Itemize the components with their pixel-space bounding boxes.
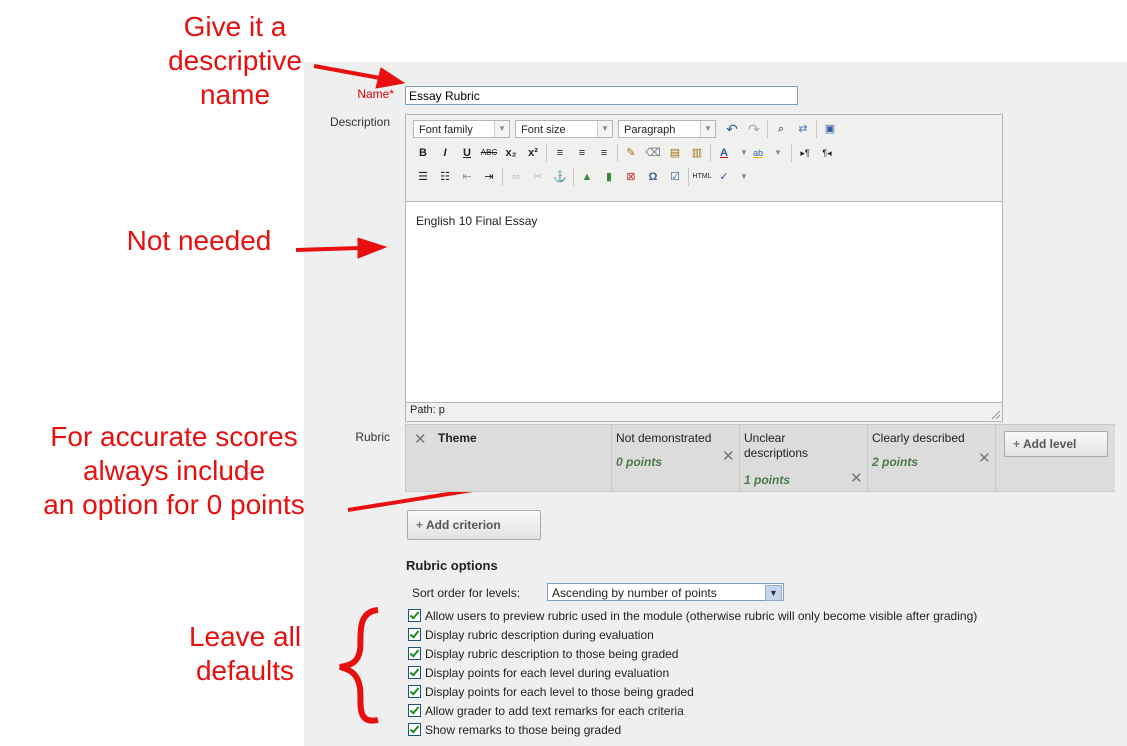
option-display-points-graded[interactable]: Display points for each level to those b…	[408, 685, 694, 699]
superscript-icon[interactable]: x²	[523, 144, 543, 162]
description-label: Description	[329, 115, 390, 129]
find-icon[interactable]: ⌕	[771, 120, 791, 138]
description-editor[interactable]: Font family ▼ Font size ▼ Paragraph ▼ ↶ ↷ ⌕…	[405, 114, 1003, 422]
level-points: 2 points	[872, 455, 919, 469]
strikethrough-icon[interactable]: ABC	[479, 144, 499, 162]
rubric-level[interactable]: Clearly described 2 points ✕	[867, 425, 996, 491]
link-icon[interactable]: ∞	[506, 168, 526, 186]
font-size-select[interactable]: Font size ▼	[515, 120, 613, 138]
checkbox-checked[interactable]	[408, 609, 421, 622]
rubric-editor: ✕ Theme Not demonstrated 0 points ✕ Uncl…	[405, 424, 1115, 492]
chevron-down-icon[interactable]: ▼	[765, 585, 782, 601]
clean-formatting-icon[interactable]: ✎	[621, 144, 641, 162]
add-criterion-button[interactable]: + Add criterion	[407, 510, 541, 540]
undo-icon[interactable]: ↶	[722, 120, 742, 138]
editor-toolbar-row-3: ☰ ☷ ⇤ ⇥ ∞ ✂ ⚓ ▲ ▮ ⊠ Ω ☑ HTML ✓ ▼	[413, 166, 998, 188]
arrow-description-head	[357, 237, 388, 259]
editor-content-text: English 10 Final Essay	[416, 214, 538, 228]
highlight-dropdown-icon[interactable]: ▼	[768, 144, 788, 162]
numbered-list-icon[interactable]: ☷	[435, 168, 455, 186]
bullet-list-icon[interactable]: ☰	[413, 168, 433, 186]
option-show-remarks[interactable]: Show remarks to those being graded	[408, 723, 621, 737]
align-left-icon[interactable]: ≡	[550, 144, 570, 162]
name-input[interactable]	[405, 86, 798, 105]
add-level-button[interactable]: + Add level	[1004, 431, 1108, 457]
level-points: 0 points	[616, 455, 663, 469]
insert-image-icon[interactable]: ▲	[577, 168, 597, 186]
fullscreen-icon[interactable]: ▣	[820, 120, 840, 138]
rubric-level[interactable]: Unclear descriptions 1 points ✕	[739, 425, 868, 491]
delete-criterion-icon[interactable]: ✕	[414, 430, 427, 448]
spellcheck-dropdown-icon[interactable]: ▼	[734, 168, 754, 186]
level-definition: Not demonstrated	[616, 431, 712, 445]
text-color-icon[interactable]: A	[714, 144, 734, 162]
font-family-select[interactable]: Font family ▼	[413, 120, 510, 138]
checkbox-checked[interactable]	[408, 704, 421, 717]
redo-icon[interactable]: ↷	[744, 120, 764, 138]
option-allow-remarks[interactable]: Allow grader to add text remarks for eac…	[408, 704, 684, 718]
checkbox-checked[interactable]	[408, 628, 421, 641]
bold-icon[interactable]: B	[413, 144, 433, 162]
align-right-icon[interactable]: ≡	[594, 144, 614, 162]
editor-toolbar-row-1: Font family ▼ Font size ▼ Paragraph ▼ ↶ ↷ ⌕…	[413, 118, 998, 140]
delete-level-icon[interactable]: ✕	[978, 449, 991, 467]
level-definition: Unclear descriptions	[744, 431, 809, 460]
criterion-description[interactable]: Theme	[438, 431, 477, 445]
paste-word-icon[interactable]: ▥	[687, 144, 707, 162]
option-display-description-evaluation[interactable]: Display rubric description during evalua…	[408, 628, 654, 642]
unlink-icon[interactable]: ✂	[528, 168, 548, 186]
name-label: Name*	[357, 87, 394, 101]
editor-path: Path: p	[410, 404, 445, 416]
resize-grip-icon[interactable]	[990, 409, 1000, 419]
arrow-name	[313, 64, 381, 80]
rtl-icon[interactable]: ¶◂	[817, 144, 837, 162]
editor-content-area[interactable]: English 10 Final Essay	[406, 201, 1002, 403]
insert-table-icon[interactable]: ☑	[665, 168, 685, 186]
sort-order-label: Sort order for levels:	[412, 586, 521, 600]
subscript-icon[interactable]: x₂	[501, 144, 521, 162]
level-definition: Clearly described	[872, 431, 965, 445]
insert-media-icon[interactable]: ▮	[599, 168, 619, 186]
delete-level-icon[interactable]: ✕	[850, 469, 863, 487]
align-center-icon[interactable]: ≡	[572, 144, 592, 162]
insert-equation-icon[interactable]: ⊠	[621, 168, 641, 186]
checkbox-checked[interactable]	[408, 723, 421, 736]
highlight-color-icon[interactable]: ab	[748, 144, 768, 162]
checkbox-checked[interactable]	[408, 647, 421, 660]
rubric-level[interactable]: Not demonstrated 0 points ✕	[611, 425, 740, 491]
sort-order-select[interactable]: Ascending by number of points ▼	[547, 583, 784, 601]
rubric-options-heading: Rubric options	[406, 558, 498, 573]
italic-icon[interactable]: I	[435, 144, 455, 162]
checkbox-checked[interactable]	[408, 685, 421, 698]
ltr-icon[interactable]: ▸¶	[795, 144, 815, 162]
spellcheck-icon[interactable]: ✓	[714, 168, 734, 186]
level-points: 1 points	[744, 473, 791, 487]
arrow-description	[295, 246, 361, 252]
replace-icon[interactable]: ⇄	[793, 120, 813, 138]
html-source-icon[interactable]: HTML	[692, 168, 712, 186]
editor-toolbar-row-2: B I U ABC x₂ x² ≡ ≡ ≡ ✎ ⌫ ▤ ▥ A ▼ ab ▼ ▸…	[413, 142, 998, 164]
rubric-label: Rubric	[355, 430, 390, 444]
option-allow-preview[interactable]: Allow users to preview rubric used in th…	[408, 609, 977, 623]
indent-icon[interactable]: ⇥	[479, 168, 499, 186]
checkbox-checked[interactable]	[408, 666, 421, 679]
eraser-icon[interactable]: ⌫	[643, 144, 663, 162]
option-display-points-evaluation[interactable]: Display points for each level during eva…	[408, 666, 669, 680]
delete-level-icon[interactable]: ✕	[722, 447, 735, 465]
option-display-description-graded[interactable]: Display rubric description to those bein…	[408, 647, 678, 661]
add-level-cell: + Add level	[995, 425, 1115, 491]
arrow-name-head	[375, 67, 406, 89]
outdent-icon[interactable]: ⇤	[457, 168, 477, 186]
special-character-icon[interactable]: Ω	[643, 168, 663, 186]
brace-icon	[339, 607, 379, 724]
paste-text-icon[interactable]: ▤	[665, 144, 685, 162]
underline-icon[interactable]: U	[457, 144, 477, 162]
anchor-icon[interactable]: ⚓	[550, 168, 570, 186]
paragraph-format-select[interactable]: Paragraph ▼	[618, 120, 716, 138]
